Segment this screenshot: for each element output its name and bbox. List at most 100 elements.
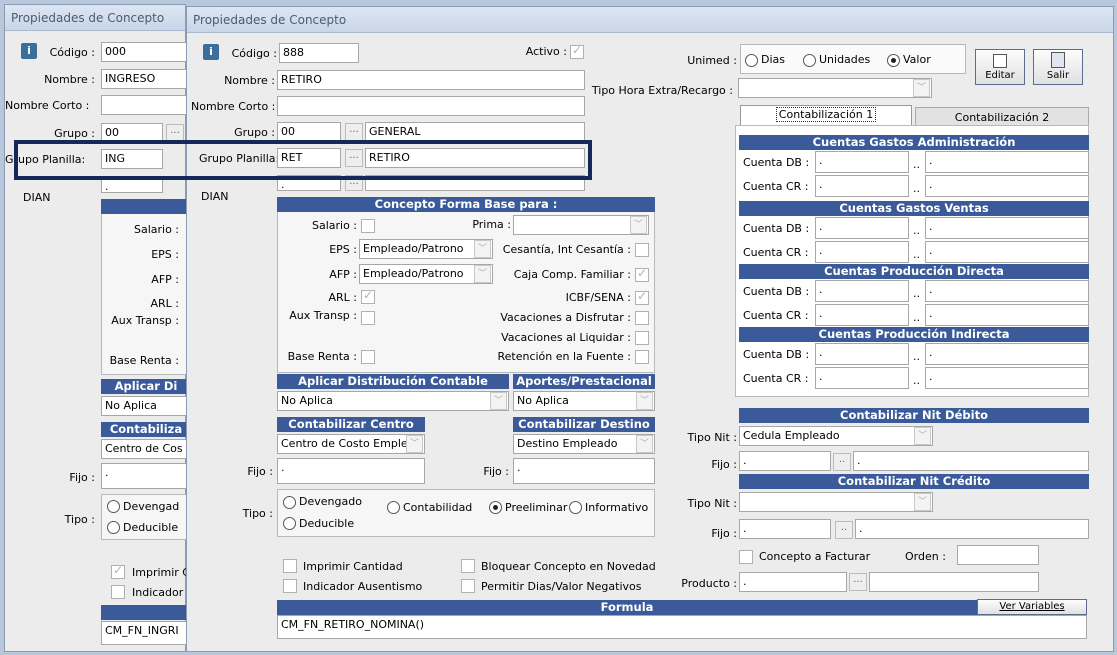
codigo-input[interactable]: 888 bbox=[279, 43, 359, 63]
informativo-radio[interactable] bbox=[569, 501, 582, 514]
prima-dropdown-icon[interactable]: ﹀ bbox=[630, 216, 647, 234]
arl-checkbox[interactable] bbox=[361, 288, 375, 304]
back-deducible-label: Deducible bbox=[123, 521, 179, 534]
back-nombre-corto-input[interactable] bbox=[101, 95, 191, 115]
nombre-input[interactable]: RETIRO bbox=[277, 70, 585, 90]
cuenta-cr-input[interactable]: . bbox=[815, 175, 909, 197]
orden-input[interactable] bbox=[957, 545, 1039, 565]
grupo-input[interactable]: 00 bbox=[277, 122, 341, 142]
back-centro-select[interactable]: Centro de Cos bbox=[101, 439, 191, 459]
centro-select[interactable]: Centro de Costo Emple bbox=[277, 434, 425, 454]
tipo-nit-select[interactable]: Cedula Empleado bbox=[739, 426, 933, 446]
preeliminar-label: Preeliminar bbox=[505, 501, 568, 514]
tipo-nit2-select[interactable] bbox=[739, 492, 933, 512]
fijo3-lookup[interactable]: .. bbox=[835, 521, 853, 539]
lookup-dots[interactable]: .. bbox=[913, 224, 920, 237]
back-forma-header bbox=[101, 199, 191, 214]
nit-fijo-lookup[interactable]: .. bbox=[833, 453, 851, 471]
orden-label: Orden : bbox=[905, 550, 946, 563]
tipo-hora-select[interactable] bbox=[738, 78, 932, 98]
tab-contabilizacion-1[interactable]: Contabilización 1 bbox=[740, 105, 912, 125]
activo-checkbox[interactable] bbox=[570, 43, 584, 59]
aplicar-dropdown-icon[interactable]: ﹀ bbox=[490, 392, 507, 410]
cuenta-cr-input[interactable]: . bbox=[815, 241, 909, 263]
tipo-hora-dropdown-icon[interactable]: ﹀ bbox=[913, 79, 930, 97]
bloquear-checkbox[interactable] bbox=[461, 559, 475, 573]
centro-dropdown-icon[interactable]: ﹀ bbox=[406, 435, 423, 453]
lookup-dots[interactable]: .. bbox=[913, 287, 920, 300]
back-indicador-label: Indicador bbox=[132, 586, 184, 599]
caja-checkbox[interactable] bbox=[635, 266, 649, 282]
eps-select[interactable]: Empleado/Patrono bbox=[359, 239, 493, 259]
lookup-dots[interactable]: .. bbox=[913, 248, 920, 261]
back-aplicar-select[interactable]: No Aplica bbox=[101, 396, 191, 416]
base-renta-checkbox[interactable] bbox=[361, 350, 375, 364]
dias-radio[interactable] bbox=[745, 54, 758, 67]
afp-select[interactable]: Empleado/Patrono bbox=[359, 264, 493, 284]
back-fijo-input[interactable]: . bbox=[101, 463, 191, 489]
preeliminar-radio[interactable] bbox=[489, 501, 502, 514]
back-nombre-label: Nombre : bbox=[44, 73, 95, 86]
back-formula-input[interactable]: CM_FN_INGRI bbox=[101, 621, 191, 645]
deducible-radio[interactable] bbox=[283, 517, 296, 530]
informativo-label: Informativo bbox=[585, 501, 649, 514]
nit-fijo-input[interactable]: . bbox=[739, 451, 831, 471]
vac-liquidar-checkbox[interactable] bbox=[635, 331, 649, 345]
unimed-label: Unimed : bbox=[687, 54, 737, 67]
aux-transp-checkbox[interactable] bbox=[361, 311, 375, 325]
cuenta-cr-input[interactable]: . bbox=[815, 367, 909, 389]
cuenta-db-input[interactable]: . bbox=[815, 343, 909, 365]
back-codigo-input[interactable]: 000 bbox=[101, 42, 191, 62]
valor-radio[interactable] bbox=[887, 54, 900, 67]
prima-select[interactable] bbox=[513, 215, 649, 235]
unidades-radio[interactable] bbox=[803, 54, 816, 67]
devengado-radio[interactable] bbox=[283, 496, 296, 509]
lookup-dots[interactable]: .. bbox=[913, 374, 920, 387]
lookup-dots[interactable]: .. bbox=[913, 182, 920, 195]
tipo-nit2-dropdown-icon[interactable]: ﹀ bbox=[914, 493, 931, 511]
vac-disfrutar-label: Vacaciones a Disfrutar : bbox=[500, 311, 631, 324]
tipo-nit-dropdown-icon[interactable]: ﹀ bbox=[914, 427, 931, 445]
contabilidad-radio[interactable] bbox=[387, 501, 400, 514]
aportes-select[interactable]: No Aplica bbox=[513, 391, 655, 411]
producto-lookup[interactable]: ... bbox=[849, 573, 867, 591]
lookup-dots[interactable]: .. bbox=[913, 158, 920, 171]
back-base-renta-label: Base Renta : bbox=[109, 354, 179, 367]
retencion-checkbox[interactable] bbox=[635, 350, 649, 364]
indicador-checkbox[interactable] bbox=[283, 579, 297, 593]
cesantia-checkbox[interactable] bbox=[635, 243, 649, 257]
back-devengado-radio[interactable] bbox=[107, 500, 120, 513]
destino-select[interactable]: Destino Empleado bbox=[513, 434, 655, 454]
back-indicador-checkbox[interactable] bbox=[111, 585, 125, 599]
vac-disfrutar-checkbox[interactable] bbox=[635, 311, 649, 325]
producto-input[interactable]: . bbox=[739, 572, 847, 592]
aplicar-select[interactable]: No Aplica bbox=[277, 391, 509, 411]
back-imprimir-checkbox[interactable] bbox=[111, 563, 125, 579]
cuenta-db-input[interactable]: . bbox=[815, 151, 909, 173]
lookup-dots[interactable]: .. bbox=[913, 350, 920, 363]
destino-dropdown-icon[interactable]: ﹀ bbox=[636, 435, 653, 453]
retencion-label: Retención en la Fuente : bbox=[497, 350, 631, 363]
fijo3-input[interactable]: . bbox=[739, 519, 831, 539]
grupo-label: Grupo : bbox=[234, 126, 275, 139]
ver-variables-button[interactable]: Ver Variables bbox=[977, 599, 1087, 615]
fijo2-input[interactable]: . bbox=[513, 458, 655, 484]
fijo-input[interactable]: . bbox=[277, 458, 425, 484]
cuenta-cr-input[interactable]: . bbox=[815, 304, 909, 326]
back-deducible-radio[interactable] bbox=[107, 521, 120, 534]
facturar-checkbox[interactable] bbox=[739, 550, 753, 564]
salario-checkbox[interactable] bbox=[361, 219, 375, 233]
tipo-label: Tipo : bbox=[242, 507, 273, 520]
cuenta-db-input[interactable]: . bbox=[815, 217, 909, 239]
cuenta-db-input[interactable]: . bbox=[815, 280, 909, 302]
arl-label: ARL : bbox=[328, 291, 358, 304]
permitir-checkbox[interactable] bbox=[461, 579, 475, 593]
icbf-checkbox[interactable] bbox=[635, 289, 649, 305]
nombre-corto-input[interactable] bbox=[277, 96, 585, 116]
back-nombre-input[interactable]: INGRESO bbox=[101, 69, 191, 89]
imprimir-cantidad-checkbox[interactable] bbox=[283, 559, 297, 573]
grupo-lookup-button[interactable]: ... bbox=[345, 123, 363, 141]
formula-input[interactable]: CM_FN_RETIRO_NOMINA() bbox=[277, 615, 1087, 639]
aportes-dropdown-icon[interactable]: ﹀ bbox=[636, 392, 653, 410]
lookup-dots[interactable]: .. bbox=[913, 311, 920, 324]
